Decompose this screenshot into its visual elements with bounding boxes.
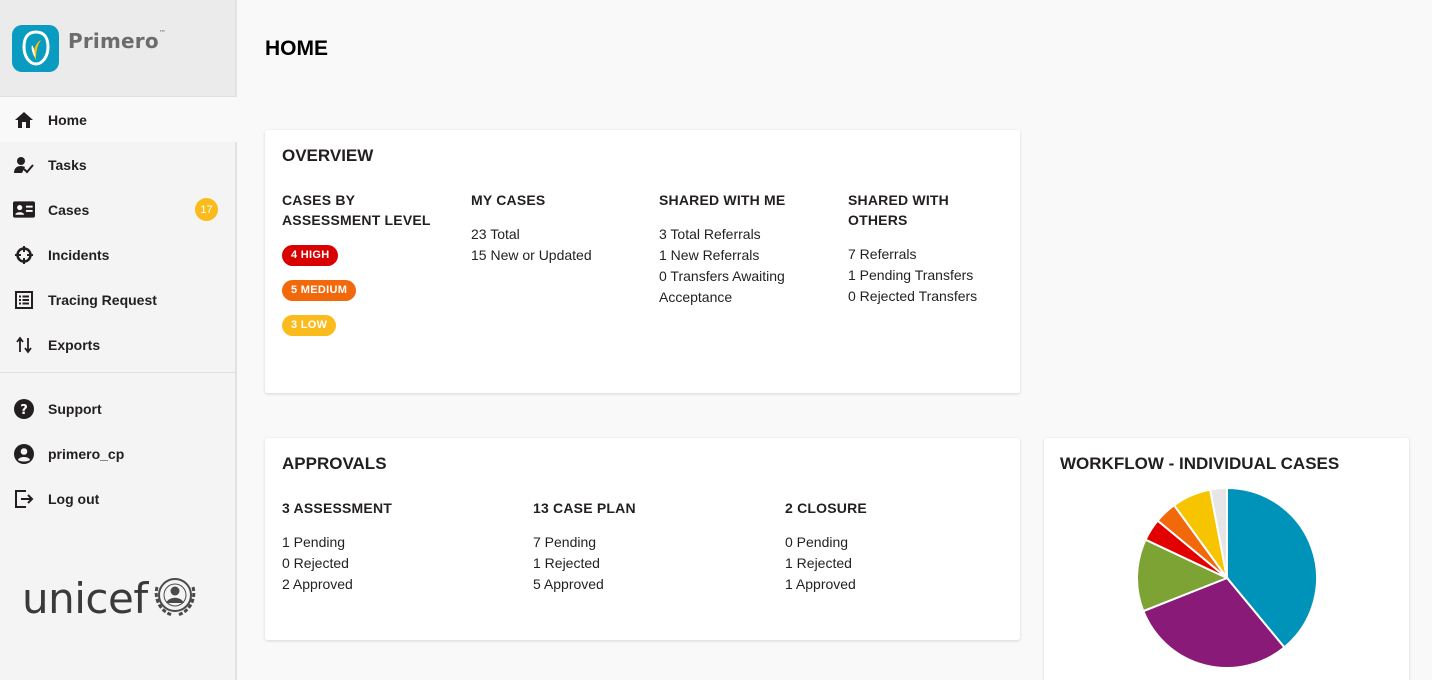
sidebar-item-home[interactable]: Home xyxy=(0,97,237,142)
cases-count-badge: 17 xyxy=(195,198,218,221)
assessment-rejected[interactable]: 0 Rejected xyxy=(282,553,512,574)
assessment-level-column: CASES BY ASSESSMENT LEVEL xyxy=(282,190,457,230)
svg-text:?: ? xyxy=(20,403,28,418)
sidebar-item-label: primero_cp xyxy=(48,445,125,462)
assessment-approved[interactable]: 2 Approved xyxy=(282,574,512,595)
sidebar-item-cases[interactable]: Cases 17 xyxy=(0,187,235,232)
sidebar-item-label: Tasks xyxy=(48,156,87,173)
sidebar-item-exports[interactable]: Exports xyxy=(0,322,235,367)
shared-referrals[interactable]: 7 Referrals xyxy=(848,244,1013,265)
approvals-closure-heading: 2 CLOSURE xyxy=(785,500,867,516)
approvals-case-plan-heading: 13 CASE PLAN xyxy=(533,500,636,516)
shared-with-me-heading: SHARED WITH ME xyxy=(659,192,786,208)
approvals-closure-column: 2 CLOSURE 0 Pending 1 Rejected 1 Approve… xyxy=(785,498,1005,595)
case-plan-pending[interactable]: 7 Pending xyxy=(533,532,763,553)
sidebar-item-label: Log out xyxy=(48,490,100,507)
approvals-title: APPROVALS xyxy=(282,454,387,473)
logout-icon xyxy=(13,488,35,510)
exports-icon xyxy=(13,334,35,356)
case-plan-approved[interactable]: 5 Approved xyxy=(533,574,763,595)
transfers-awaiting-continued[interactable]: Acceptance xyxy=(659,287,834,308)
primero-logo-icon xyxy=(12,24,59,72)
sidebar-item-label: Incidents xyxy=(48,246,110,263)
home-icon xyxy=(13,109,35,131)
closure-approved[interactable]: 1 Approved xyxy=(785,574,1005,595)
new-referrals[interactable]: 1 New Referrals xyxy=(659,245,834,266)
app-name: Primero™ xyxy=(68,29,166,53)
assessment-level-heading: CASES BY ASSESSMENT LEVEL xyxy=(282,192,431,228)
sidebar-item-support[interactable]: ? Support xyxy=(0,386,235,431)
sidebar-item-label: Home xyxy=(48,111,87,128)
workflow-title: WORKFLOW - INDIVIDUAL CASES xyxy=(1060,454,1340,473)
tasks-icon xyxy=(13,154,35,176)
pending-transfers[interactable]: 1 Pending Transfers xyxy=(848,265,1013,286)
assessment-pending[interactable]: 1 Pending xyxy=(282,532,512,553)
shared-with-others-column: SHARED WITH OTHERS 7 Referrals 1 Pending… xyxy=(848,190,1013,307)
sidebar-item-label: Exports xyxy=(48,336,101,353)
unicef-logo: unicef xyxy=(22,574,198,623)
sidebar-divider xyxy=(0,372,235,373)
app-logo[interactable]: Primero™ xyxy=(0,0,235,97)
overview-card: OVERVIEW CASES BY ASSESSMENT LEVEL 4 HIG… xyxy=(265,130,1020,393)
rejected-transfers[interactable]: 0 Rejected Transfers xyxy=(848,286,1013,307)
sidebar-item-account[interactable]: primero_cp xyxy=(0,431,235,476)
sidebar-item-incidents[interactable]: Incidents xyxy=(0,232,235,277)
shared-with-others-heading: SHARED WITH OTHERS xyxy=(848,192,949,228)
sidebar-item-label: Cases xyxy=(48,201,90,218)
unicef-emblem-icon xyxy=(154,577,195,616)
total-referrals[interactable]: 3 Total Referrals xyxy=(659,224,834,245)
sidebar-item-label: Tracing Request xyxy=(48,291,157,308)
medium-assessment-badge[interactable]: 5 MEDIUM xyxy=(282,280,357,301)
closure-pending[interactable]: 0 Pending xyxy=(785,532,1005,553)
sidebar-item-label: Support xyxy=(48,400,102,417)
transfers-awaiting[interactable]: 0 Transfers Awaiting xyxy=(659,266,834,287)
account-icon xyxy=(13,443,35,465)
my-cases-heading: MY CASES xyxy=(471,192,546,208)
page-title: HOME xyxy=(265,37,328,60)
approvals-case-plan-column: 13 CASE PLAN 7 Pending 1 Rejected 5 Appr… xyxy=(533,498,763,595)
approvals-assessment-heading: 3 ASSESSMENT xyxy=(282,500,393,516)
sidebar: Primero™ Home Tasks Cases 17 Incidents T… xyxy=(0,0,237,680)
overview-title: OVERVIEW xyxy=(282,146,374,165)
my-cases-column: MY CASES 23 Total 15 New or Updated xyxy=(471,190,641,266)
workflow-pie-chart xyxy=(1136,486,1318,669)
approvals-assessment-column: 3 ASSESSMENT 1 Pending 0 Rejected 2 Appr… xyxy=(282,498,512,595)
case-plan-rejected[interactable]: 1 Rejected xyxy=(533,553,763,574)
approvals-card: APPROVALS 3 ASSESSMENT 1 Pending 0 Rejec… xyxy=(265,438,1020,640)
workflow-card: WORKFLOW - INDIVIDUAL CASES xyxy=(1044,438,1409,680)
high-assessment-badge[interactable]: 4 HIGH xyxy=(282,245,339,266)
sidebar-item-logout[interactable]: Log out xyxy=(0,476,235,521)
my-cases-total[interactable]: 23 Total xyxy=(471,224,641,245)
cases-icon xyxy=(13,199,35,221)
tracing-request-icon xyxy=(13,289,35,311)
closure-rejected[interactable]: 1 Rejected xyxy=(785,553,1005,574)
sidebar-item-tracing-request[interactable]: Tracing Request xyxy=(0,277,235,322)
low-assessment-badge[interactable]: 3 LOW xyxy=(282,315,337,336)
help-icon: ? xyxy=(13,398,35,420)
shared-with-me-column: SHARED WITH ME 3 Total Referrals 1 New R… xyxy=(659,190,834,308)
incidents-icon xyxy=(13,244,35,266)
my-cases-new[interactable]: 15 New or Updated xyxy=(471,245,641,266)
sidebar-item-tasks[interactable]: Tasks xyxy=(0,142,235,187)
